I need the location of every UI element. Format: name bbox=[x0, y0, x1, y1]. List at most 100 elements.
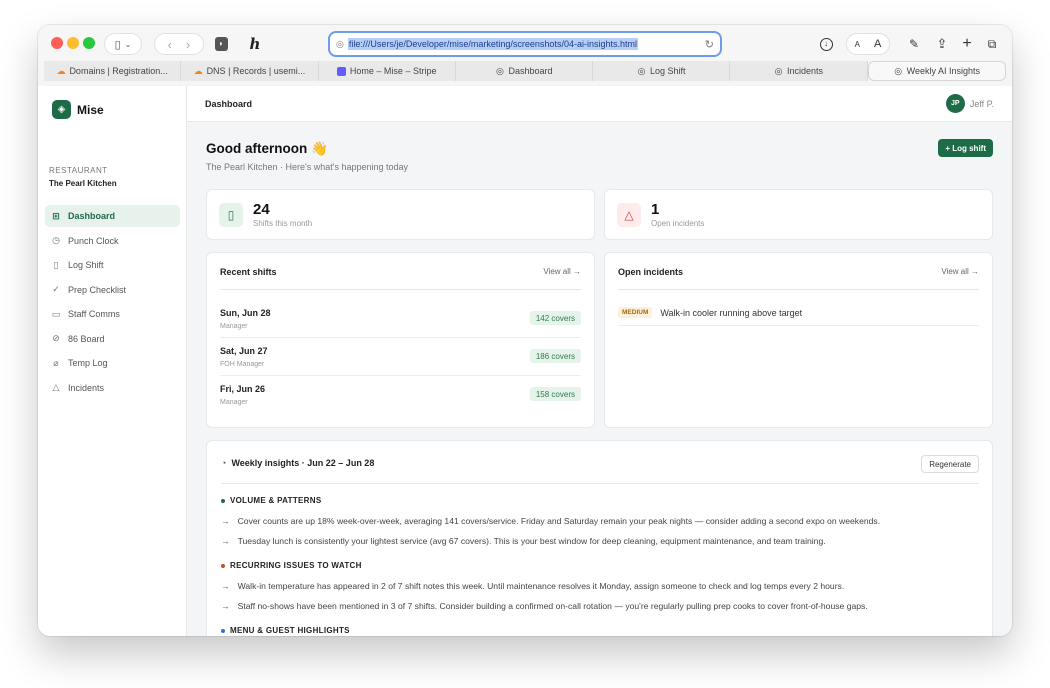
avatar: JP bbox=[945, 94, 965, 113]
sidebar-item-label: Prep Checklist bbox=[68, 284, 127, 295]
compass-icon: ◎ bbox=[496, 65, 504, 76]
section-heading-text: VOLUME & PATTERNS bbox=[230, 496, 322, 505]
sidebar-item-dashboard[interactable]: ⊞ Dashboard bbox=[45, 205, 180, 227]
view-all-link[interactable]: View all → bbox=[941, 267, 979, 277]
download-icon: ↓ bbox=[819, 37, 833, 51]
browser-toolbar: ▯ ⌄ ‹ › ◗ h ◎ file:///Users/je/Developer… bbox=[38, 25, 1012, 61]
sidebar-item-staff-comms[interactable]: ▭ Staff Comms bbox=[45, 303, 180, 325]
shield-icon: ◗ bbox=[214, 37, 228, 51]
browser-window: ▯ ⌄ ‹ › ◗ h ◎ file:///Users/je/Developer… bbox=[38, 25, 1012, 636]
url-text[interactable]: file:///Users/je/Developer/mise/marketin… bbox=[347, 38, 638, 50]
arrow-right-icon: → bbox=[221, 536, 230, 546]
shift-role: Manager bbox=[220, 399, 248, 406]
forward-icon[interactable]: › bbox=[186, 37, 190, 52]
compass-icon: ◎ bbox=[894, 65, 903, 76]
log-shift-button[interactable]: + Log shift bbox=[938, 139, 993, 157]
text-larger-button[interactable]: A bbox=[874, 38, 881, 50]
tab-label: Dashboard bbox=[508, 66, 553, 76]
minimize-window-button[interactable] bbox=[67, 37, 79, 49]
sidebar-item-label: 86 Board bbox=[68, 333, 105, 344]
card-title: Recent shifts bbox=[220, 267, 277, 277]
stat-card-incidents[interactable]: △ 1 Open incidents bbox=[604, 189, 993, 240]
top-bar: Dashboard JP Jeff P. bbox=[187, 86, 1012, 122]
tab-overview-button[interactable]: ⧉ bbox=[982, 33, 1002, 55]
reload-icon[interactable]: ↻ bbox=[705, 38, 714, 51]
app: ◈ Mise RESTAURANT The Pearl Kitchen ⊞ Das… bbox=[38, 86, 1012, 636]
shift-role: Manager bbox=[220, 323, 248, 330]
sidebar-item-punch-clock[interactable]: ◷ Punch Clock bbox=[45, 230, 180, 252]
share-button[interactable]: ⇪ bbox=[932, 33, 952, 55]
honey-extension-button[interactable]: h bbox=[244, 33, 266, 55]
tab-weekly-ai-insights[interactable]: ◎ Weekly AI Insights bbox=[867, 61, 1006, 81]
layers-icon: ◈ bbox=[52, 100, 71, 119]
severity-badge: MEDIUM bbox=[618, 307, 653, 318]
sidebar-item-log-shift[interactable]: ▯ Log Shift bbox=[45, 254, 180, 276]
zoom-window-button[interactable] bbox=[83, 37, 95, 49]
table-row[interactable]: Sat, Jun 27 FOH Manager 186 covers bbox=[220, 338, 581, 376]
weekly-insights-card: ◔ Weekly insights · Jun 22 – Jun 28 Rege… bbox=[206, 440, 993, 636]
address-bar[interactable]: ◎ file:///Users/je/Developer/mise/market… bbox=[328, 31, 722, 57]
tab-domains[interactable]: ☁ Domains | Registration... bbox=[44, 61, 182, 81]
text-smaller-button[interactable]: A bbox=[855, 40, 860, 49]
bullet-dot bbox=[221, 498, 225, 503]
sidebar-item-prep-checklist[interactable]: ✓ Prep Checklist bbox=[45, 279, 180, 301]
tab-label: DNS | Records | usemi... bbox=[206, 66, 306, 76]
new-tab-button[interactable]: + bbox=[957, 33, 977, 55]
user-menu[interactable]: JP Jeff P. bbox=[945, 94, 994, 113]
document-icon: ▯ bbox=[53, 259, 59, 270]
downloads-button[interactable]: ↓ bbox=[816, 33, 836, 55]
tab-label: Log Shift bbox=[650, 66, 686, 76]
view-all-link[interactable]: View all → bbox=[543, 267, 581, 277]
card-title: Open incidents bbox=[618, 267, 684, 277]
sidebar-item-temp-log[interactable]: ⌀ Temp Log bbox=[45, 352, 180, 374]
tab-dns[interactable]: ☁ DNS | Records | usemi... bbox=[181, 61, 319, 81]
divider bbox=[221, 483, 979, 484]
glasses-icon: ✎ bbox=[908, 37, 920, 51]
brand[interactable]: ◈ Mise bbox=[52, 100, 104, 119]
greeting-subtitle: The Pearl Kitchen · Here's what's happen… bbox=[206, 162, 409, 172]
regenerate-button[interactable]: Regenerate bbox=[921, 455, 979, 473]
h-icon: h bbox=[249, 35, 261, 53]
stat-value: 24 bbox=[253, 201, 270, 218]
main-content: Dashboard JP Jeff P. Good afternoon 👋 Th… bbox=[187, 86, 1012, 636]
sidebar-item-incidents[interactable]: △ Incidents bbox=[45, 377, 180, 399]
sidebar-toggle-button[interactable]: ▯ ⌄ bbox=[104, 33, 142, 55]
card-header: Open incidents View all → bbox=[618, 267, 979, 290]
sidebar-item-86-board[interactable]: ⊘ 86 Board bbox=[45, 328, 180, 350]
section-heading-text: RECURRING ISSUES TO WATCH bbox=[230, 561, 362, 570]
shift-role: FOH Manager bbox=[220, 361, 265, 368]
tab-label: Home – Mise – Stripe bbox=[349, 66, 437, 76]
user-name: Jeff P. bbox=[969, 98, 994, 109]
sidebar: ◈ Mise RESTAURANT The Pearl Kitchen ⊞ Das… bbox=[38, 86, 187, 636]
tab-label: Weekly AI Insights bbox=[906, 66, 981, 76]
sparkle-icon: ◔ bbox=[221, 458, 227, 468]
tab-incidents[interactable]: ◎ Incidents bbox=[730, 61, 868, 81]
insight-line: → Walk-in temperature has appeared in 2 … bbox=[221, 581, 979, 591]
compass-icon: ◎ bbox=[774, 65, 783, 76]
sidebar-item-label: Punch Clock bbox=[68, 235, 119, 246]
tab-stripe[interactable]: Home – Mise – Stripe bbox=[318, 61, 456, 81]
reader-button[interactable]: ✎ bbox=[904, 33, 924, 55]
incident-row[interactable]: MEDIUM Walk-in cooler running above targ… bbox=[618, 304, 979, 326]
insight-text: Tuesday lunch is consistently your light… bbox=[237, 536, 826, 546]
tab-dashboard[interactable]: ◎ Dashboard bbox=[455, 61, 594, 81]
thermometer-icon: ⌀ bbox=[53, 357, 59, 368]
share-icon: ⇪ bbox=[936, 36, 948, 51]
brand-name: Mise bbox=[77, 102, 104, 117]
tab-bar: ☁ Domains | Registration... ☁ DNS | Record… bbox=[44, 61, 1006, 83]
shift-date: Sun, Jun 28 bbox=[220, 308, 271, 318]
tab-log-shift[interactable]: ◎ Log Shift bbox=[593, 61, 731, 81]
bitwarden-extension-button[interactable]: ◗ bbox=[210, 33, 232, 55]
shift-date: Sat, Jun 27 bbox=[220, 346, 268, 356]
page-title: Dashboard bbox=[205, 99, 253, 109]
back-icon[interactable]: ‹ bbox=[168, 37, 172, 52]
stat-card-shifts[interactable]: ▯ 24 Shifts this month bbox=[206, 189, 595, 240]
close-window-button[interactable] bbox=[51, 37, 63, 49]
section-heading: RECURRING ISSUES TO WATCH bbox=[221, 561, 362, 570]
stripe-icon bbox=[336, 66, 346, 76]
table-row[interactable]: Sun, Jun 28 Manager 142 covers bbox=[220, 300, 581, 338]
table-row[interactable]: Fri, Jun 26 Manager 158 covers bbox=[220, 376, 581, 414]
sidebar-item-label: Temp Log bbox=[68, 358, 108, 368]
insight-text: Walk-in temperature has appeared in 2 of… bbox=[237, 581, 845, 591]
recent-shifts-card: Recent shifts View all → Sun, Jun 28 Man… bbox=[206, 252, 595, 428]
